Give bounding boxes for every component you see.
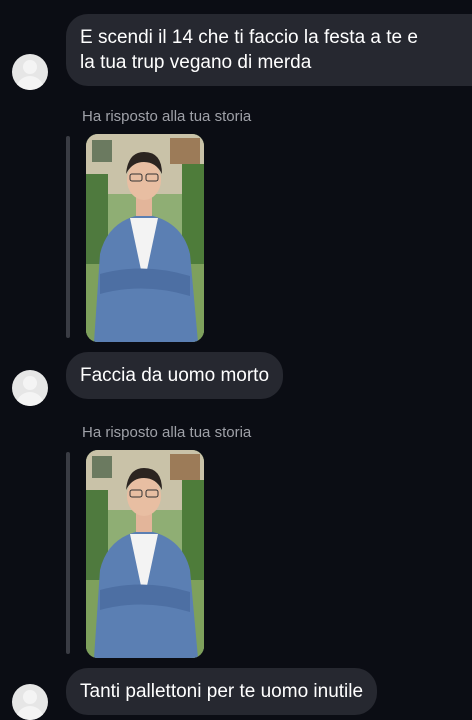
message-text-line: la tua trup vegano di merda [80, 52, 312, 73]
reply-label: Ha risposto alla tua storia [82, 424, 252, 441]
message-bubble[interactable]: Tanti pallettoni per te uomo inutile [66, 668, 378, 715]
sender-avatar[interactable] [12, 370, 48, 406]
story-thumbnail[interactable] [86, 450, 204, 658]
reply-indicator-bar [66, 136, 70, 338]
sender-avatar[interactable] [12, 54, 48, 90]
reply-indicator-bar [66, 452, 70, 654]
message-bubble[interactable]: Faccia da uomo morto [66, 352, 284, 399]
message-bubble[interactable]: E scendi il 14 che ti faccio la festa a … [66, 14, 472, 86]
message-text-line: E scendi il 14 che ti faccio la festa a … [80, 27, 418, 48]
reply-label: Ha risposto alla tua storia [82, 108, 252, 125]
story-thumbnail[interactable] [86, 134, 204, 342]
